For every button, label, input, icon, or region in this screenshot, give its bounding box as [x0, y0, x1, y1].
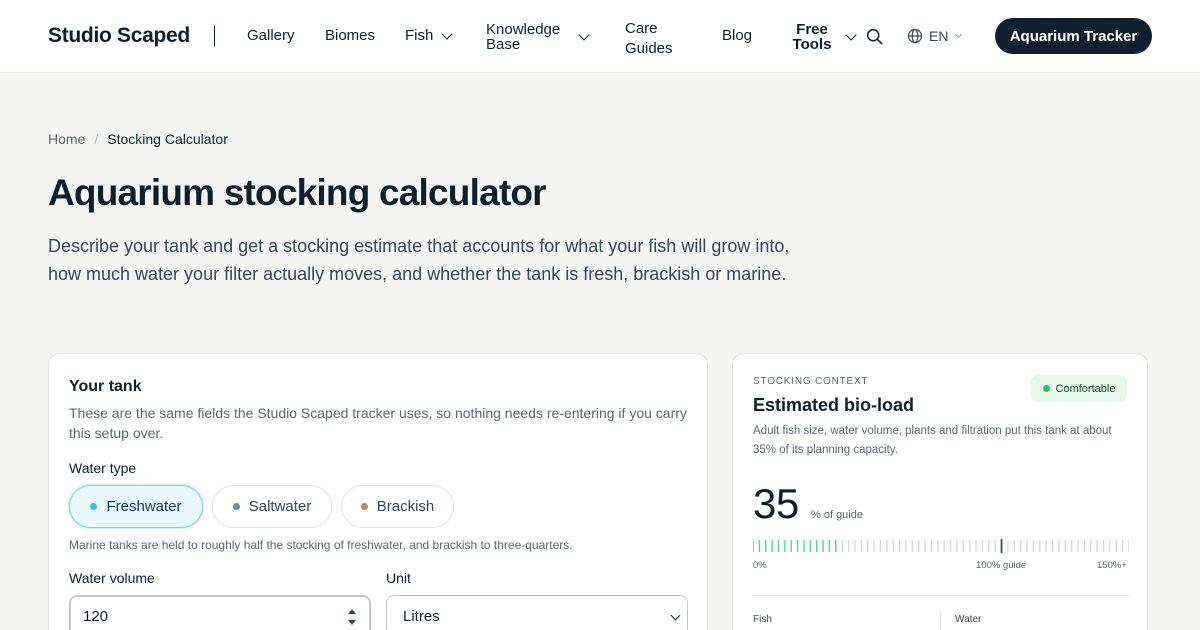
- nav-biomes[interactable]: Biomes: [325, 27, 376, 44]
- nav-knowledge-base[interactable]: Knowledge Base: [486, 21, 590, 53]
- chevron-down-icon: [955, 30, 963, 39]
- context-eyebrow: STOCKING CONTEXT: [753, 376, 869, 387]
- brand-divider: [214, 26, 215, 46]
- nav-knowledge-base-label: Knowledge Base: [486, 21, 561, 53]
- stat-fish-label: Fish: [753, 614, 772, 625]
- language-label: EN: [929, 28, 949, 44]
- nav-gallery-label: Gallery: [247, 27, 295, 44]
- bio-load-gauge: [753, 539, 1129, 553]
- volume-label: Water volume: [69, 570, 155, 586]
- unit-label: Unit: [386, 570, 411, 586]
- chevron-down-icon: [578, 29, 590, 41]
- stepper-down-icon[interactable]: [348, 620, 356, 625]
- unit-select[interactable]: Litres: [386, 595, 688, 630]
- gauge-guide-label: 100% guide: [976, 560, 1027, 571]
- tank-card-subtitle: These are the same fields the Studio Sca…: [69, 405, 687, 441]
- bio-load-percent: 35: [753, 480, 799, 527]
- bio-load-percent-unit: % of guide: [811, 509, 863, 521]
- saltwater-dot-icon: [232, 503, 240, 510]
- chevron-down-icon: [670, 610, 681, 621]
- number-stepper-icon[interactable]: [348, 609, 357, 625]
- chevron-down-icon: [845, 29, 857, 41]
- breadcrumb-home[interactable]: Home: [48, 131, 85, 147]
- unit-select-value: Litres: [403, 607, 440, 625]
- status-dot-icon: [1042, 385, 1050, 392]
- nav-care-guides-label: Care Guides: [625, 20, 673, 57]
- water-type-brackish-label: Brackish: [376, 498, 435, 515]
- tank-card-title: Your tank: [69, 378, 142, 395]
- gauge-min-label: 0%: [753, 560, 767, 571]
- search-icon[interactable]: [866, 28, 883, 45]
- water-type-hint: Marine tanks are held to roughly half th…: [69, 538, 573, 552]
- language-selector[interactable]: EN: [907, 28, 963, 44]
- water-type-saltwater[interactable]: Saltwater: [212, 485, 332, 528]
- volume-value: 120: [83, 607, 109, 625]
- water-type-freshwater-label: Freshwater: [106, 498, 182, 515]
- water-type-label: Water type: [69, 460, 137, 476]
- site-header: Studio Scaped Gallery Biomes Fish Knowle…: [0, 0, 1200, 73]
- breadcrumb: Home / Stocking Calculator: [48, 131, 228, 147]
- water-type-brackish[interactable]: Brackish: [341, 485, 454, 528]
- globe-icon: [907, 28, 923, 44]
- nav-blog[interactable]: Blog: [722, 27, 753, 44]
- page-title: Aquarium stocking calculator: [48, 172, 547, 213]
- status-badge-label: Comfortable: [1055, 382, 1116, 395]
- nav-biomes-label: Biomes: [325, 27, 376, 44]
- volume-input[interactable]: 120: [69, 595, 371, 630]
- breadcrumb-separator: /: [94, 131, 99, 147]
- brand-logo[interactable]: Studio Scaped: [48, 24, 190, 48]
- brackish-dot-icon: [360, 503, 368, 510]
- status-badge: Comfortable: [1031, 375, 1127, 402]
- water-type-saltwater-label: Saltwater: [248, 498, 312, 515]
- nav-free-tools-label: Free Tools: [792, 21, 832, 53]
- stats-divider: [753, 595, 1129, 596]
- aquarium-tracker-button[interactable]: Aquarium Tracker: [995, 18, 1152, 54]
- nav-fish-label: Fish: [405, 27, 434, 44]
- nav-care-guides[interactable]: Care Guides: [625, 19, 681, 59]
- nav-fish[interactable]: Fish: [405, 27, 454, 44]
- stat-water-label: Water: [955, 614, 982, 625]
- stepper-up-icon[interactable]: [348, 609, 356, 614]
- water-type-freshwater[interactable]: Freshwater: [69, 485, 203, 528]
- stats-column-divider: [940, 612, 941, 630]
- breadcrumb-current: Stocking Calculator: [107, 131, 228, 147]
- tank-card: Your tank These are the same fields the …: [48, 353, 708, 630]
- stocking-context-card: STOCKING CONTEXT Comfortable Estimated b…: [732, 353, 1148, 630]
- freshwater-dot-icon: [90, 503, 98, 510]
- bio-load-title: Estimated bio-load: [753, 395, 915, 415]
- nav-blog-label: Blog: [722, 27, 753, 44]
- chevron-down-icon: [441, 28, 454, 40]
- page-intro: Describe your tank and get a stocking es…: [48, 236, 790, 284]
- nav-free-tools[interactable]: Free Tools: [791, 21, 857, 53]
- bio-load-description: Adult fish size, water volume, plants an…: [753, 425, 1112, 456]
- nav-gallery[interactable]: Gallery: [247, 27, 295, 44]
- gauge-max-label: 150%+: [1097, 560, 1127, 571]
